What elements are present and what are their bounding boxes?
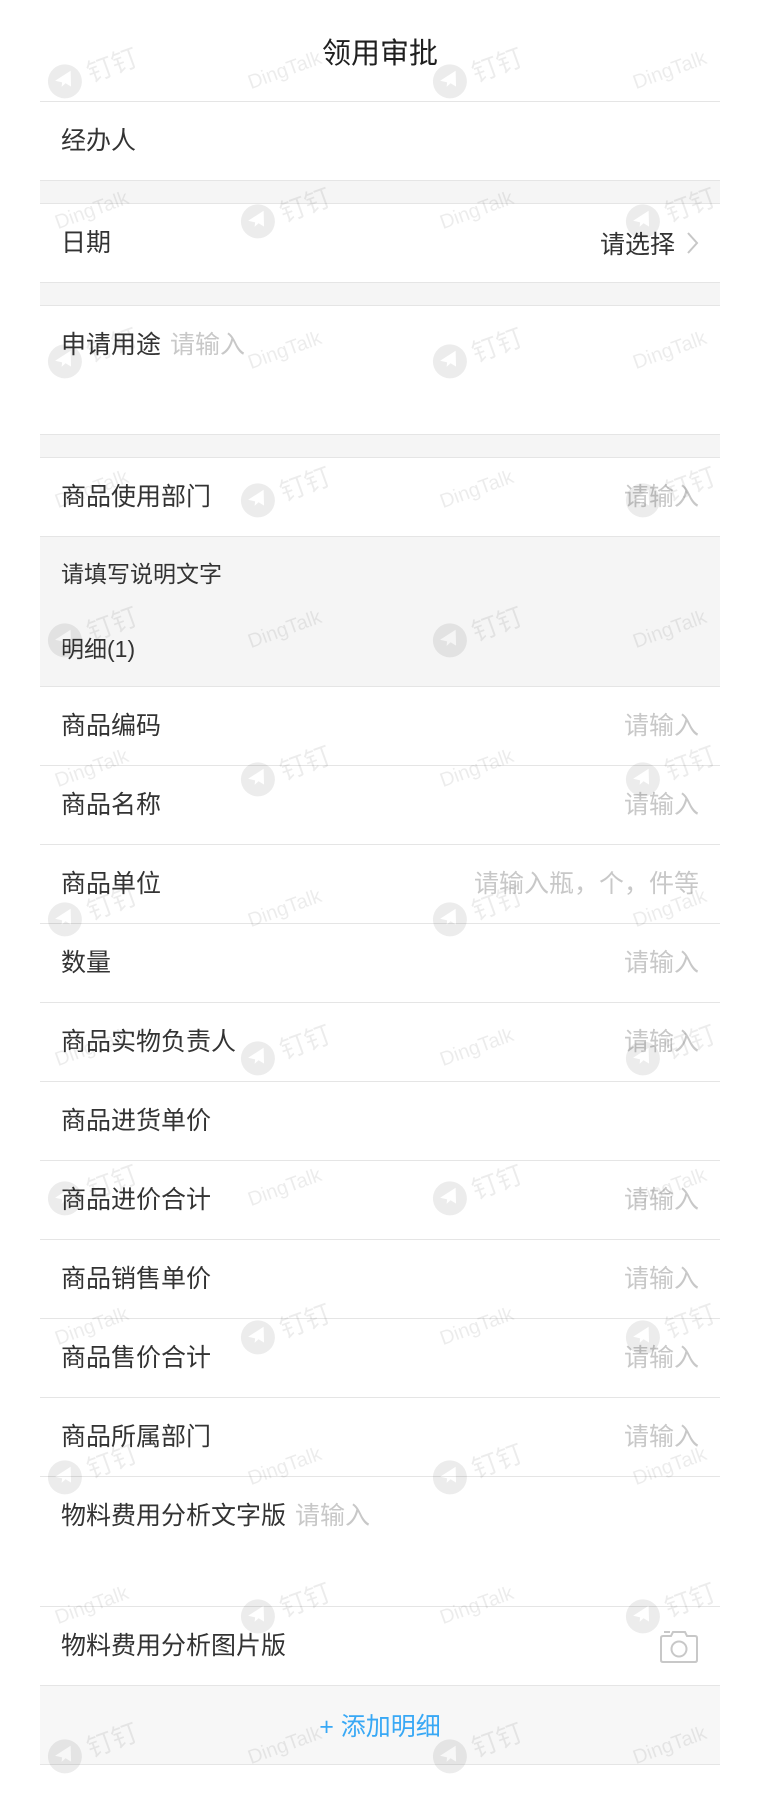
handler-row: 经办人 — [40, 102, 720, 181]
purpose-row: 申请用途 — [40, 306, 720, 435]
department-row: 商品使用部门 — [40, 458, 720, 537]
owner-input[interactable] — [248, 1027, 699, 1057]
analysis-text-textarea[interactable] — [295, 1501, 699, 1591]
detail-section-header: 请填写说明文字 明细(1) — [40, 537, 720, 687]
field-row-product-code: 商品编码 — [40, 687, 720, 766]
field-label: 商品进货单价 — [61, 1107, 212, 1135]
add-detail-label: + 添加明细 — [319, 1713, 441, 1741]
handler-label: 经办人 — [61, 127, 137, 155]
section-divider — [40, 283, 720, 306]
field-label: 商品实物负责人 — [61, 1028, 237, 1056]
analysis-text-row: 物料费用分析文字版 — [40, 1477, 720, 1607]
section-divider — [40, 435, 720, 458]
date-value: 请选择 — [599, 231, 675, 259]
sale-unit-price-input[interactable] — [223, 1264, 699, 1294]
analysis-text-label: 物料费用分析文字版 — [61, 1502, 287, 1530]
purchase-unit-price-input[interactable] — [223, 1106, 699, 1136]
page-header: 领用审批 — [0, 0, 760, 101]
section-divider — [40, 181, 720, 204]
field-row-product-name: 商品名称 — [40, 766, 720, 845]
field-label: 商品编码 — [61, 712, 162, 740]
field-label: 商品名称 — [61, 791, 162, 819]
analysis-image-row: 物料费用分析图片版 — [40, 1607, 720, 1686]
field-row-quantity: 数量 — [40, 924, 720, 1003]
camera-icon[interactable] — [659, 1628, 699, 1664]
field-label: 商品销售单价 — [61, 1265, 212, 1293]
field-row-owner: 商品实物负责人 — [40, 1003, 720, 1082]
page-title: 领用审批 — [321, 37, 438, 70]
detail-title: 明细(1) — [61, 636, 136, 662]
date-picker[interactable]: 请选择 — [600, 225, 699, 261]
field-label: 商品单位 — [61, 870, 162, 898]
field-row-sale-unit-price: 商品销售单价 — [40, 1240, 720, 1319]
purchase-total-input[interactable] — [223, 1185, 699, 1215]
product-name-input[interactable] — [173, 790, 699, 820]
field-row-purchase-total: 商品进价合计 — [40, 1161, 720, 1240]
field-row-owning-department: 商品所属部门 — [40, 1398, 720, 1477]
date-label: 日期 — [61, 229, 112, 257]
field-label: 商品进价合计 — [61, 1186, 212, 1214]
field-row-sale-total: 商品售价合计 — [40, 1319, 720, 1398]
department-label: 商品使用部门 — [61, 483, 212, 511]
approval-form: 经办人 日期 请选择 申请用途 商品使用部门 请填写说明文字 明细(1) 商品编… — [40, 101, 720, 1765]
field-label: 商品售价合计 — [61, 1344, 212, 1372]
purpose-label: 申请用途 — [61, 331, 162, 359]
add-detail-button[interactable]: + 添加明细 — [40, 1686, 720, 1765]
sale-total-input[interactable] — [223, 1343, 699, 1373]
quantity-input[interactable] — [123, 948, 699, 978]
field-row-purchase-unit-price: 商品进货单价 — [40, 1082, 720, 1161]
field-label: 商品所属部门 — [61, 1423, 212, 1451]
product-unit-input[interactable] — [173, 869, 699, 899]
date-row[interactable]: 日期 请选择 — [40, 204, 720, 283]
chevron-right-icon — [687, 232, 699, 254]
department-input[interactable] — [223, 482, 699, 512]
analysis-image-label: 物料费用分析图片版 — [61, 1632, 287, 1660]
description-note: 请填写说明文字 — [61, 561, 222, 587]
product-code-input[interactable] — [173, 711, 699, 741]
field-label: 数量 — [61, 949, 112, 977]
field-row-product-unit: 商品单位 — [40, 845, 720, 924]
purpose-textarea[interactable] — [170, 330, 699, 420]
owning-department-input[interactable] — [223, 1422, 699, 1452]
